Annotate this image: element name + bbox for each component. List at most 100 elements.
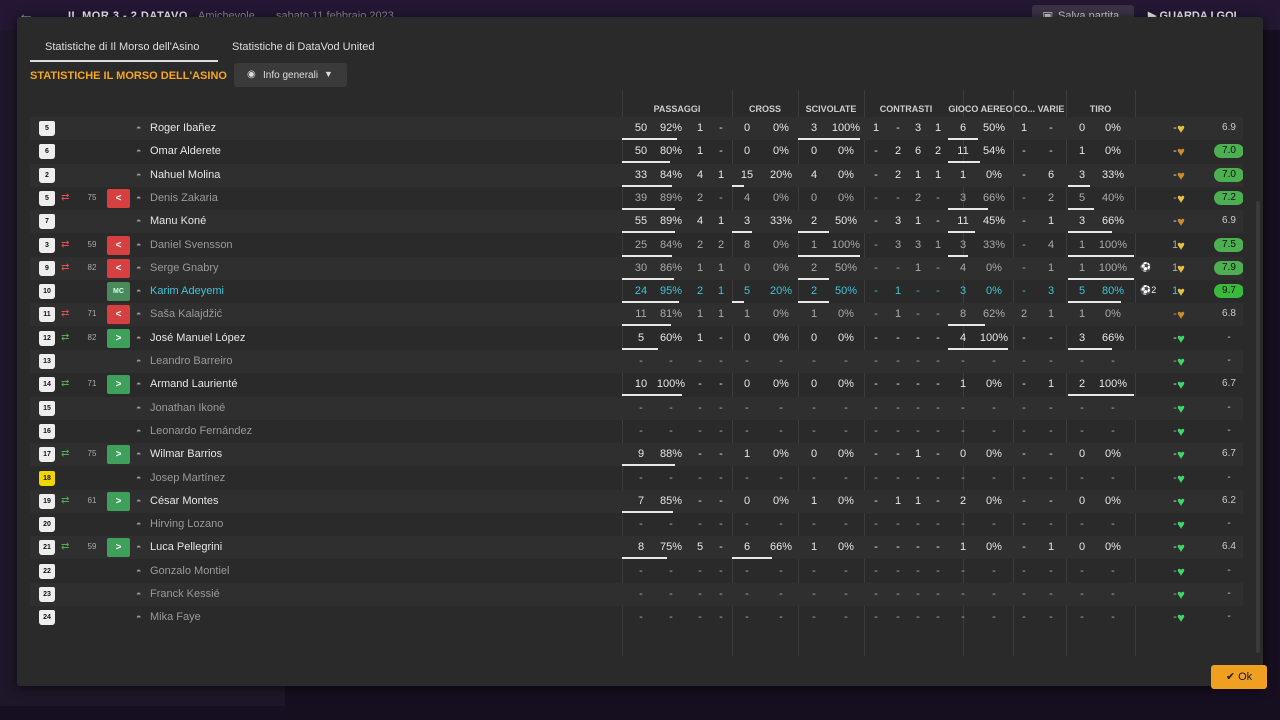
co-stat: -	[1022, 401, 1026, 414]
table-row[interactable]: 18 ◓ Josep Martínez - - - - - - - - - - - - - - - - - - - ♥ -	[30, 467, 1243, 490]
player-name[interactable]: Daniel Svensson	[150, 239, 233, 251]
tackles-pct: 50%	[834, 261, 858, 274]
sub-in-button[interactable]: >	[107, 328, 130, 348]
table-row[interactable]: 21 ⇄ 59 > ◓ Luca Pellegrini 8 75% 5 - 6 66% 1 0% - - - - 1…	[30, 536, 1243, 560]
tab-home-stats[interactable]: Statistiche di Il Morso dell'Asino	[45, 41, 199, 53]
table-row[interactable]: 24 ◓ Mika Faye - - - - - - - - - - - - - - - - - - - ♥ -	[30, 606, 1243, 629]
sub-minute: 75	[87, 192, 97, 202]
player-name[interactable]: Wilmar Barrios	[150, 448, 222, 460]
shots-attempted: -	[1080, 611, 1084, 624]
player-name[interactable]: Armand Laurienté	[150, 378, 237, 390]
table-row[interactable]: 3 ⇄ 59 < ◓ Daniel Svensson 25 84% 2 2 8 0% 1 100% -3 3 1…	[30, 234, 1243, 257]
aerial-attempted: 3	[959, 238, 967, 251]
sub-out-button[interactable]: <	[107, 305, 130, 325]
cross-pct: -	[779, 424, 783, 437]
cross-pct: -	[779, 355, 783, 367]
co-stat: -	[1022, 494, 1026, 507]
shots-attempted: 0	[1078, 541, 1086, 554]
table-row[interactable]: 9 ⇄ 82 < ◓ Serge Gnabry 30 86% 1 1 0 0% 2 50% - -1-4 0% -…	[30, 256, 1243, 280]
sub-out-button[interactable]: <	[107, 188, 130, 208]
player-name[interactable]: Hirving Lozano	[150, 518, 223, 530]
player-name[interactable]: Leonardo Fernández	[150, 425, 252, 437]
table-row[interactable]: 14 ⇄ 71 > ◓ Armand Laurienté 10 100% - -0 0% 0 0% - - -…	[30, 373, 1243, 397]
tackles-attempted: 0	[810, 378, 818, 391]
cross-attempted: 0	[743, 261, 751, 274]
player-name[interactable]: Gonzalo Montiel	[150, 565, 230, 577]
duels-stat-3: 1	[934, 122, 942, 134]
passes-decisive: -	[698, 378, 702, 391]
sub-in-button[interactable]: >	[107, 445, 130, 465]
table-row[interactable]: 7 ◓ Manu Koné 55 89% 4 1 3 33% 2 50% -3 1-11 45% -1 3 66…	[30, 210, 1243, 234]
player-name[interactable]: José Manuel López	[150, 332, 245, 344]
player-profile-icon: ◓	[136, 402, 142, 413]
table-row[interactable]: 15 ◓ Jonathan Ikoné - - - - - - - - - - - - - - - - - - - ♥ -	[30, 396, 1243, 420]
sub-out-button[interactable]: <	[107, 258, 130, 278]
player-rating: -	[1227, 355, 1231, 366]
sub-in-icon: ⇄	[61, 541, 70, 553]
sub-in-button[interactable]: >	[107, 491, 130, 511]
dribbles: -	[1049, 331, 1053, 344]
tab-away-stats[interactable]: Statistiche di DataVod United	[232, 41, 374, 53]
table-row[interactable]: 19 ⇄ 61 > ◓ César Montes 7 85% - -0 0% 1 0% -1 1-2 0% - -…	[30, 489, 1243, 513]
table-row[interactable]: 10 MC ◓ Karim Adeyemi 24 95% 2 1 5 20% 2 50% -1- -3 0%…	[30, 280, 1243, 304]
player-name[interactable]: Omar Alderete	[150, 145, 221, 157]
table-row[interactable]: 20 ◓ Hirving Lozano - - - - - - - - - - - - - - - - - - - ♥ -	[30, 513, 1243, 536]
player-name[interactable]: Josep Martínez	[150, 472, 225, 484]
player-name[interactable]: Nahuel Molina	[150, 169, 220, 181]
duels-stat-3: 1	[934, 238, 942, 251]
passes-pct: -	[669, 471, 673, 484]
sub-out-icon: ⇄	[61, 238, 70, 250]
table-row[interactable]: 23 ◓ Franck Kessié - - - - - - - - - - - - - - - - - - - ♥ -	[30, 583, 1243, 606]
sub-out-button[interactable]: <	[107, 235, 130, 255]
aerial-attempted: 6	[959, 122, 967, 134]
table-row[interactable]: 5 ⇄ 75 < ◓ Denis Zakaria 39 89% 2-4 0% 0 0% - -2-3 66%…	[30, 187, 1243, 210]
scrollbar[interactable]	[1256, 201, 1260, 653]
table-row[interactable]: 13 ◓ Leandro Barreiro - - - - - - - - - - - - - - - - - - - ♥ -	[30, 350, 1243, 373]
player-name[interactable]: Denis Zakaria	[150, 192, 218, 204]
shirt-number-icon: 5	[39, 190, 55, 206]
player-name[interactable]: Mika Faye	[150, 611, 201, 623]
table-row[interactable]: 6 ◓ Omar Alderete 50 80% 1-0 0% 0 0% -2 6 2 11 54% - -1…	[30, 140, 1243, 164]
passes-decisive: 1	[696, 308, 704, 321]
player-rating: -	[1227, 518, 1231, 530]
ok-button[interactable]: ✔ Ok	[1211, 665, 1267, 689]
player-name[interactable]: César Montes	[150, 495, 218, 507]
passes-decisive: 4	[696, 168, 704, 181]
player-name[interactable]: Luca Pellegrini	[150, 541, 222, 553]
table-row[interactable]: 5 ◓ Roger Ibañez 50 92% 1-0 0% 3 100% 1-3 1 6 50% 1-0…	[30, 117, 1243, 140]
passes-attempted: -	[639, 355, 643, 367]
shots-attempted: 5	[1078, 285, 1086, 298]
player-name[interactable]: Saša Kalajdžić	[150, 308, 222, 320]
table-row[interactable]: 17 ⇄ 75 > ◓ Wilmar Barrios 9 88% - - 1 0% 0 0% - - 1 - 0 0%…	[30, 443, 1243, 467]
table-row[interactable]: 22 ◓ Gonzalo Montiel - - - - - - - - - - - - - - - - - - - ♥ -	[30, 560, 1243, 583]
table-row[interactable]: 2 ◓ Nahuel Molina 33 84% 4 1 15 20% 4 0% -2 1 1 1 0% -6 3…	[30, 163, 1243, 187]
player-name[interactable]: Serge Gnabry	[150, 262, 218, 274]
table-row[interactable]: 16 ◓ Leonardo Fernández - - - - - - - - - - - - - - - - - - -…	[30, 420, 1243, 443]
player-name[interactable]: Franck Kessié	[150, 588, 220, 600]
shots-attempted: 3	[1078, 168, 1086, 181]
player-name[interactable]: Roger Ibañez	[150, 122, 216, 134]
cross-pct: 0%	[773, 145, 789, 158]
cross-pct: 0%	[773, 308, 789, 321]
cross-attempted: 0	[743, 494, 751, 507]
aerial-pct: 62%	[982, 308, 1006, 321]
sub-in-button[interactable]: >	[107, 538, 130, 558]
co-stat: -	[1022, 238, 1026, 251]
player-name[interactable]: Leandro Barreiro	[150, 355, 233, 367]
table-row[interactable]: 12 ⇄ 82 > ◓ José Manuel López 5 60% 1 - 0 0% 0 0% - - - -…	[30, 327, 1243, 350]
aerial-attempted: 8	[959, 308, 967, 321]
passes-attempted: 25	[634, 238, 648, 251]
shots-pct: -	[1111, 564, 1115, 577]
duels-stat-3: -	[936, 378, 940, 391]
table-row[interactable]: 11 ⇄ 71 < ◓ Saša Kalajdžić 11 81% 1 1 1 0% 1 0% -1- -8 6…	[30, 303, 1243, 327]
player-name[interactable]: Karim Adeyemi	[150, 285, 224, 297]
duels-stat-0: -	[874, 145, 878, 158]
info-dropdown[interactable]: ◉ Info generali ▼	[234, 63, 347, 87]
group-header: CONTRASTI	[879, 104, 933, 114]
cross-attempted: 0	[743, 122, 751, 134]
player-name[interactable]: Manu Koné	[150, 215, 206, 227]
aerial-pct: 0%	[986, 261, 1002, 274]
sub-in-button[interactable]: >	[107, 375, 130, 395]
tackles-pct: 0%	[838, 168, 854, 181]
player-name[interactable]: Jonathan Ikoné	[150, 402, 225, 414]
